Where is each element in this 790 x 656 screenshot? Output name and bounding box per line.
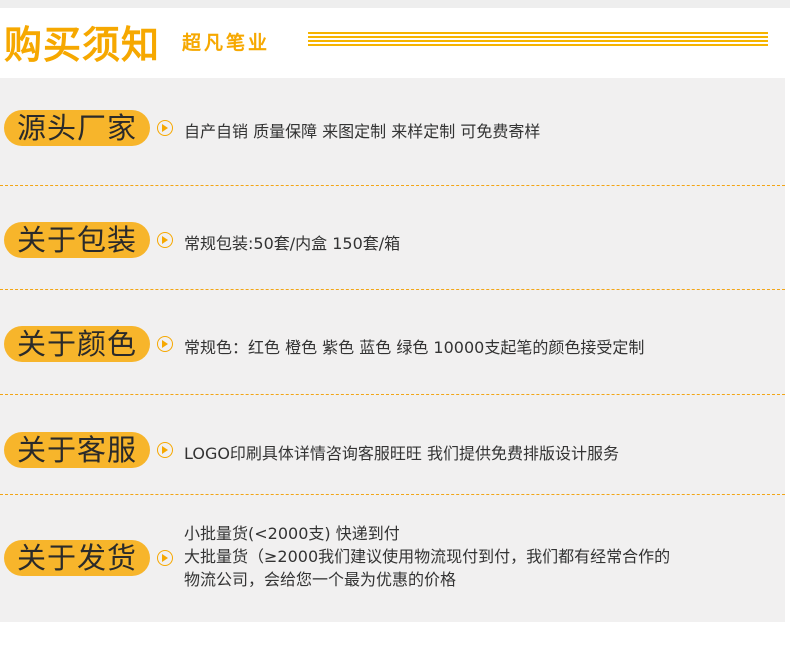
section-text: 常规色：红色 橙色 紫色 蓝色 绿色 10000支起笔的颜色接受定制: [184, 338, 645, 357]
section-label: 关于发货: [4, 540, 150, 576]
section-text: 自产自销 质量保障 来图定制 来样定制 可免费寄样: [184, 122, 541, 141]
section-label: 关于包装: [4, 222, 150, 258]
divider: [0, 494, 785, 495]
header: 购买须知 超凡笔业: [0, 8, 790, 68]
section-text: 常规包装:50套/内盒 150套/箱: [184, 234, 401, 253]
decorative-stripes: [308, 32, 768, 46]
shipping-line: 小批量货(<2000支) 快递到付: [184, 524, 400, 543]
shipping-line: 大批量货（≥2000我们建议使用物流现付到付，我们都有经常合作的: [184, 547, 671, 566]
top-bar: [0, 0, 790, 8]
play-circle-icon: [157, 120, 173, 136]
divider: [0, 394, 785, 395]
page-title: 购买须知: [4, 22, 161, 67]
section-text: 小批量货(<2000支) 快递到付 大批量货（≥2000我们建议使用物流现付到付…: [184, 522, 670, 591]
divider: [0, 289, 785, 290]
section-label: 源头厂家: [4, 110, 150, 146]
play-circle-icon: [157, 442, 173, 458]
section-label: 关于客服: [4, 432, 150, 468]
section-text: LOGO印刷具体详情咨询客服旺旺 我们提供免费排版设计服务: [184, 444, 620, 463]
brand-name: 超凡笔业: [182, 32, 271, 54]
play-circle-icon: [157, 550, 173, 566]
divider: [0, 185, 785, 186]
shipping-line: 物流公司，会给您一个最为优惠的价格: [184, 570, 457, 589]
section-label: 关于颜色: [4, 326, 150, 362]
info-panel: 源头厂家 自产自销 质量保障 来图定制 来样定制 可免费寄样 关于包装 常规包装…: [0, 78, 785, 622]
play-circle-icon: [157, 232, 173, 248]
play-circle-icon: [157, 336, 173, 352]
